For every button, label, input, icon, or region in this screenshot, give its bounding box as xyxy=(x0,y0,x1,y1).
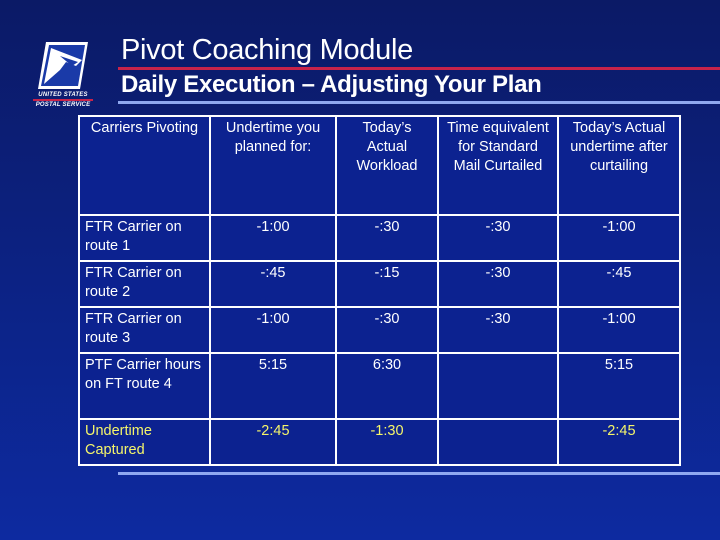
logo-divider xyxy=(33,99,93,101)
logo-line-1: UNITED STATES xyxy=(38,92,88,98)
cell-standard-mail-curtailed xyxy=(437,418,559,466)
cell-undertime-planned: -1:00 xyxy=(209,214,337,262)
header-actual-undertime: Today’s Actual undertime after curtailin… xyxy=(557,115,681,216)
page-subtitle: Daily Execution – Adjusting Your Plan xyxy=(121,71,542,98)
table-header-row: Carriers Pivoting Undertime you planned … xyxy=(78,115,681,216)
cell-undertime-planned: -2:45 xyxy=(209,418,337,466)
cell-actual-workload: 6:30 xyxy=(335,352,439,420)
cell-actual-undertime: 5:15 xyxy=(557,352,681,420)
table-row: FTR Carrier on route 2 -:45 -:15 -:30 -:… xyxy=(78,260,681,308)
cell-actual-workload: -1:30 xyxy=(335,418,439,466)
table-row: PTF Carrier hours on FT route 4 5:15 6:3… xyxy=(78,352,681,420)
cell-standard-mail-curtailed: -:30 xyxy=(437,306,559,354)
cell-undertime-planned: -:45 xyxy=(209,260,337,308)
header-standard-mail-curtailed: Time equivalent for Standard Mail Curtai… xyxy=(437,115,559,216)
cell-standard-mail-curtailed: -:30 xyxy=(437,214,559,262)
row-label: Undertime Captured xyxy=(78,418,211,466)
cell-standard-mail-curtailed: -:30 xyxy=(437,260,559,308)
cell-standard-mail-curtailed xyxy=(437,352,559,420)
header-carriers-pivoting: Carriers Pivoting xyxy=(78,115,211,216)
table-row: FTR Carrier on route 1 -1:00 -:30 -:30 -… xyxy=(78,214,681,262)
cell-undertime-planned: -1:00 xyxy=(209,306,337,354)
cell-actual-workload: -:15 xyxy=(335,260,439,308)
pivot-table: Carriers Pivoting Undertime you planned … xyxy=(78,115,681,466)
cell-actual-workload: -:30 xyxy=(335,214,439,262)
header-undertime-planned: Undertime you planned for: xyxy=(209,115,337,216)
row-label: PTF Carrier hours on FT route 4 xyxy=(78,352,211,420)
footer-divider xyxy=(118,472,720,475)
table-row-total: Undertime Captured -2:45 -1:30 -2:45 xyxy=(78,418,681,466)
subtitle-divider xyxy=(118,101,720,104)
row-label: FTR Carrier on route 3 xyxy=(78,306,211,354)
cell-actual-undertime: -2:45 xyxy=(557,418,681,466)
header-actual-workload: Today’s Actual Workload xyxy=(335,115,439,216)
cell-actual-workload: -:30 xyxy=(335,306,439,354)
logo-line-2: POSTAL SERVICE xyxy=(35,102,91,108)
cell-actual-undertime: -1:00 xyxy=(557,214,681,262)
cell-undertime-planned: 5:15 xyxy=(209,352,337,420)
row-label: FTR Carrier on route 2 xyxy=(78,260,211,308)
row-label: FTR Carrier on route 1 xyxy=(78,214,211,262)
eagle-icon xyxy=(38,42,88,89)
table-row: FTR Carrier on route 3 -1:00 -:30 -:30 -… xyxy=(78,306,681,354)
title-divider xyxy=(118,67,720,70)
usps-logo: UNITED STATES POSTAL SERVICE xyxy=(28,40,98,108)
page-title: Pivot Coaching Module xyxy=(121,34,413,66)
cell-actual-undertime: -:45 xyxy=(557,260,681,308)
cell-actual-undertime: -1:00 xyxy=(557,306,681,354)
